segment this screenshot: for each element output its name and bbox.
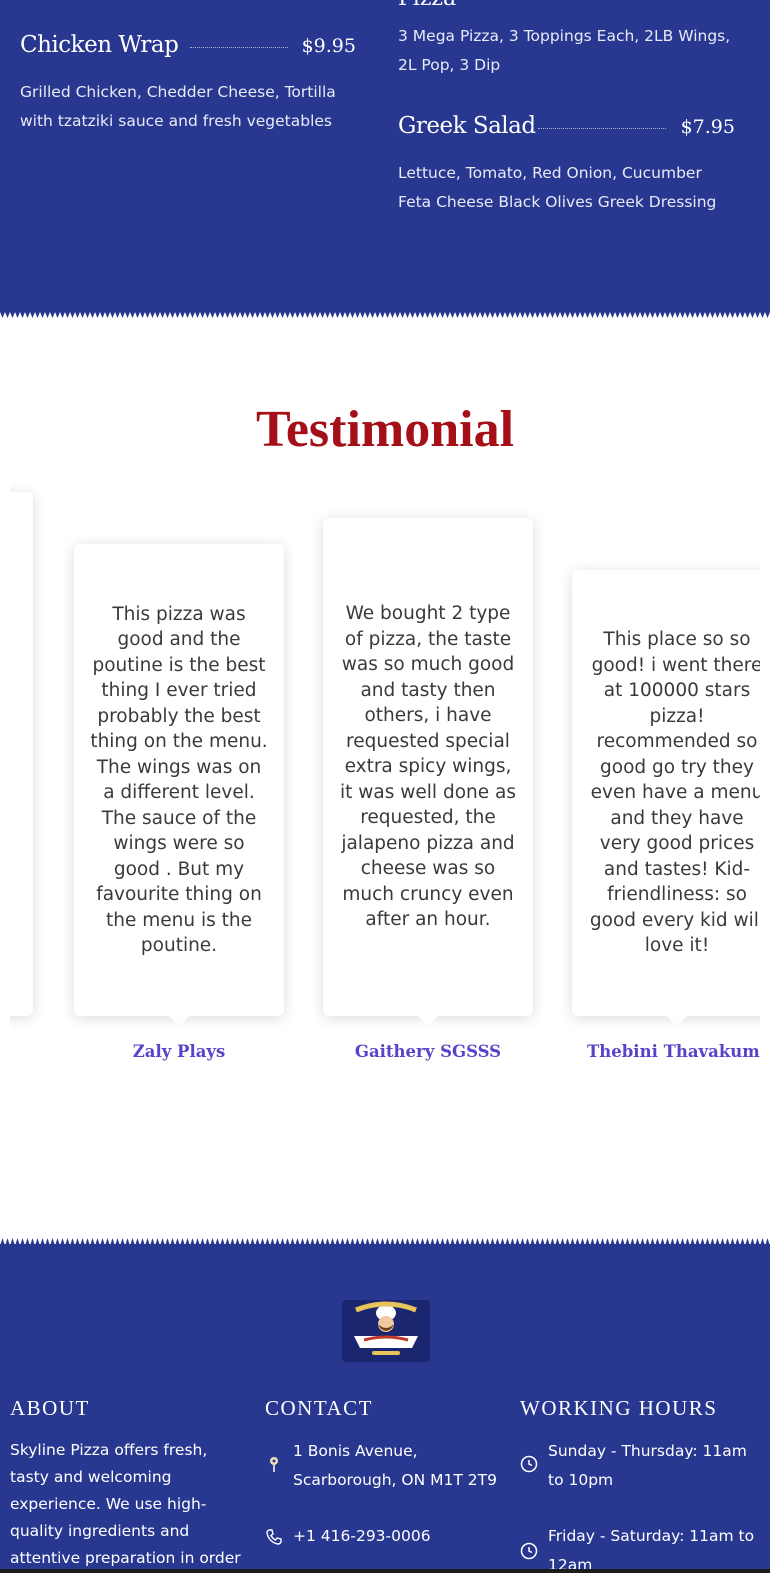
hours-weekday-text: Sunday - Thursday: 11am to 10pm xyxy=(548,1442,747,1489)
testimonial-author: Zaly Plays xyxy=(132,1042,226,1061)
testimonial-card: This place so so good! i went there at 1… xyxy=(572,570,760,1026)
testimonial-quote: This pizza was good and the poutine is t… xyxy=(90,603,268,957)
working-hours-heading: WORKING HOURS xyxy=(520,1396,718,1420)
clock-icon xyxy=(520,1542,538,1560)
contact-address[interactable]: 1 Bonis Avenue, Scarborough, ON M1T 2T9 xyxy=(265,1437,505,1497)
contact-heading: CONTACT xyxy=(265,1396,373,1420)
clock-icon xyxy=(520,1455,538,1473)
menu-item-name: Greek Salad xyxy=(398,113,536,139)
phone-icon xyxy=(266,1529,282,1545)
section-divider xyxy=(0,312,770,322)
menu-item-dots xyxy=(190,47,288,48)
testimonial-card: This pizza was good and the poutine is t… xyxy=(74,544,284,1026)
testimonial-quote: This place so so good! i went there at 1… xyxy=(589,629,760,957)
testimonial-quote: We bought 2 type of pizza, the taste was… xyxy=(340,603,516,931)
testimonial-carousel[interactable]: This pizza was good and the poutine is t… xyxy=(10,470,760,1090)
hours-weekend: Friday - Saturday: 11am to 12am xyxy=(520,1522,760,1573)
menu-item-greek-salad: Greek Salad $7.95 Lettuce, Tomato, Red O… xyxy=(398,113,735,223)
phone-text: +1 416-293-0006 xyxy=(293,1527,431,1545)
menu-item-combo: 3 Mega Pizza, 3 Toppings Each, 2LB Wings… xyxy=(398,22,738,82)
hours-weekday: Sunday - Thursday: 11am to 10pm xyxy=(520,1437,760,1497)
menu-item-chicken-wrap: Chicken Wrap $9.95 Grilled Chicken, Ched… xyxy=(20,32,356,142)
about-text: Skyline Pizza offers fresh, tasty and we… xyxy=(10,1441,241,1567)
testimonial-card-partial xyxy=(10,492,33,1016)
testimonial-heading: Testimonial xyxy=(255,401,515,458)
testimonial-card: We bought 2 type of pizza, the taste was… xyxy=(323,518,533,1026)
menu-item-description: Lettuce, Tomato, Red Onion, Cucumber Fet… xyxy=(398,164,717,211)
testimonial-author: Gaithery SGSSS xyxy=(354,1042,502,1061)
chef-pizza-logo[interactable] xyxy=(342,1300,430,1362)
site-footer: ABOUT Skyline Pizza offers fresh, tasty … xyxy=(0,1244,770,1573)
about-heading: ABOUT xyxy=(10,1396,90,1420)
menu-item-description: Grilled Chicken, Chedder Cheese, Tortill… xyxy=(20,83,336,130)
menu-item-description: 3 Mega Pizza, 3 Toppings Each, 2LB Wings… xyxy=(398,27,731,74)
testimonial-author: Thebini Thavakumar xyxy=(587,1042,760,1061)
menu-item-price: $9.95 xyxy=(301,35,356,57)
hours-weekend-text: Friday - Saturday: 11am to 12am xyxy=(548,1527,755,1573)
menu-item-title-cut: Pizza xyxy=(398,0,456,11)
map-pin-icon xyxy=(270,1457,278,1472)
window-bottom-edge xyxy=(0,1569,770,1573)
logo-graphic xyxy=(342,1300,430,1362)
contact-phone[interactable]: +1 416-293-0006 xyxy=(265,1522,505,1552)
menu-section: Pizza Chicken Wrap $9.95 Grilled Chicken… xyxy=(0,0,770,312)
menu-item-dots xyxy=(538,128,666,129)
menu-item-name: Chicken Wrap xyxy=(20,32,179,58)
address-text: 1 Bonis Avenue, Scarborough, ON M1T 2T9 xyxy=(293,1442,497,1489)
menu-item-price: $7.95 xyxy=(680,116,735,138)
